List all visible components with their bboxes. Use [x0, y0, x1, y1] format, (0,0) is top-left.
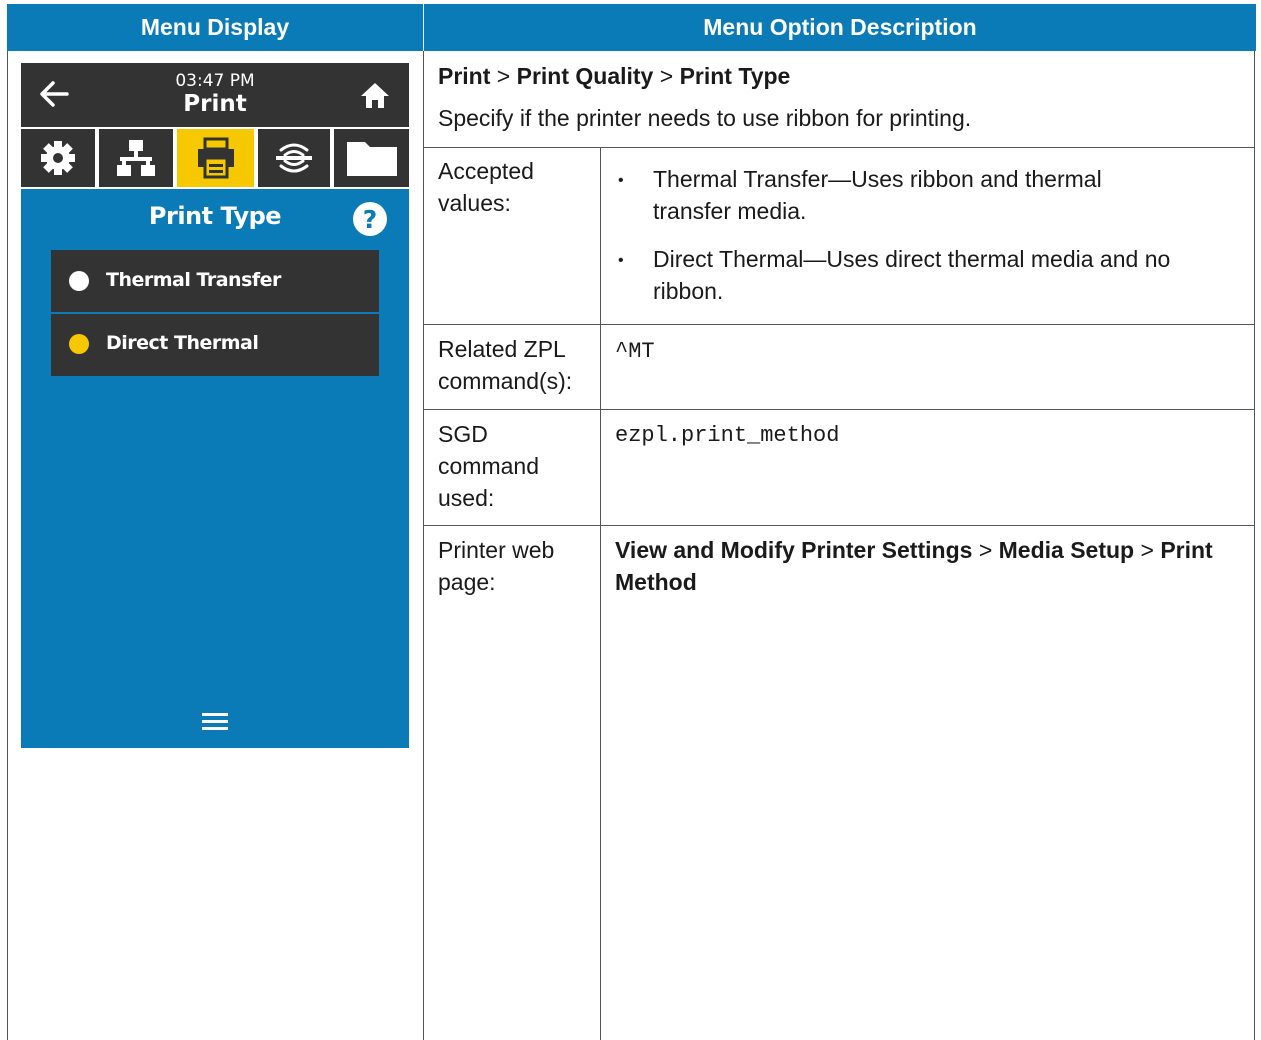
label-line: Accepted [438, 158, 534, 184]
accepted-values-label: Accepted values: [438, 155, 534, 219]
path-print-quality: Print Quality [516, 63, 654, 89]
label-line: Related ZPL [438, 336, 566, 362]
option-label: Direct Thermal [106, 332, 259, 354]
radio-unselected [69, 271, 89, 291]
menu-icon[interactable] [202, 711, 228, 731]
wireless-icon [276, 143, 312, 173]
network-icon [117, 140, 155, 176]
value-thermal-transfer: Thermal Transfer—Uses ribbon and thermal… [653, 163, 1102, 227]
option-label: Thermal Transfer [106, 269, 281, 291]
tab-connection[interactable] [258, 129, 330, 187]
row-divider-2 [423, 324, 1255, 325]
bullet: • [618, 252, 624, 269]
option-thermal-transfer[interactable]: Thermal Transfer [51, 250, 379, 312]
folder-icon [346, 142, 397, 176]
path-separator: > [659, 63, 674, 89]
label-line: values: [438, 190, 511, 216]
sgd-command: ezpl.print_method [615, 423, 840, 448]
label-line: command [438, 453, 539, 479]
table-divider-main [423, 51, 424, 1040]
table-header: Menu Display Menu Option Description [7, 4, 1256, 51]
tab-print[interactable] [177, 129, 254, 187]
bullet: • [618, 172, 624, 189]
label-line: Printer web [438, 537, 555, 563]
table-border-right [1254, 51, 1255, 1040]
value-line: Direct Thermal—Uses direct thermal media… [653, 246, 1171, 272]
home-icon[interactable] [359, 81, 391, 109]
tab-settings[interactable] [21, 129, 95, 187]
path-separator: > [1140, 537, 1154, 563]
web-page-label: Printer web page: [438, 534, 554, 598]
tab-network[interactable] [99, 129, 173, 187]
screen-title: Print [183, 91, 247, 117]
header-menu-option-description: Menu Option Description [703, 14, 977, 40]
menu-tabs [21, 127, 409, 189]
option-direct-thermal[interactable]: Direct Thermal [51, 314, 379, 376]
printer-icon [197, 137, 234, 179]
menu-path: Print > Print Quality > Print Type [438, 60, 790, 92]
clock: 03:47 PM [175, 71, 255, 91]
web-page-path: View and Modify Printer Settings > Media… [615, 534, 1245, 598]
label-line: command(s): [438, 368, 573, 394]
path-view-modify-settings: View and Modify Printer Settings [615, 537, 973, 563]
path-separator: > [978, 537, 993, 563]
sgd-label: SGD command used: [438, 418, 539, 514]
description-summary: Specify if the printer needs to use ribb… [438, 105, 972, 131]
help-icon[interactable]: ? [352, 201, 388, 237]
svg-text:?: ? [363, 205, 378, 234]
value-direct-thermal: Direct Thermal—Uses direct thermal media… [653, 243, 1170, 307]
row-divider-1 [423, 147, 1255, 148]
row-divider-3 [423, 409, 1255, 410]
printer-screen: 03:47 PM Print Print Type ? Thermal Tran… [21, 63, 409, 748]
path-print: Print [438, 63, 491, 89]
value-line: ribbon. [653, 278, 724, 304]
table-border-left [7, 51, 8, 1040]
label-line: used: [438, 485, 495, 511]
tab-storage[interactable] [334, 129, 409, 187]
path-media-setup: Media Setup [998, 537, 1135, 563]
label-line: page: [438, 569, 496, 595]
radio-selected [69, 334, 89, 354]
zpl-command: ^MT [615, 339, 655, 364]
header-menu-display: Menu Display [140, 14, 290, 40]
zpl-label: Related ZPL command(s): [438, 333, 572, 397]
value-line: Thermal Transfer—Uses ribbon and thermal [653, 166, 1102, 192]
table-divider-sub [600, 147, 601, 1040]
path-separator: > [496, 63, 511, 89]
gear-icon [41, 141, 75, 175]
value-line: transfer media. [653, 198, 807, 224]
status-bar: 03:47 PM Print [21, 63, 409, 127]
label-line: SGD [438, 421, 488, 447]
row-divider-4 [423, 525, 1255, 526]
path-print-type: Print Type [679, 63, 791, 89]
page-title: Print Type [148, 202, 282, 230]
